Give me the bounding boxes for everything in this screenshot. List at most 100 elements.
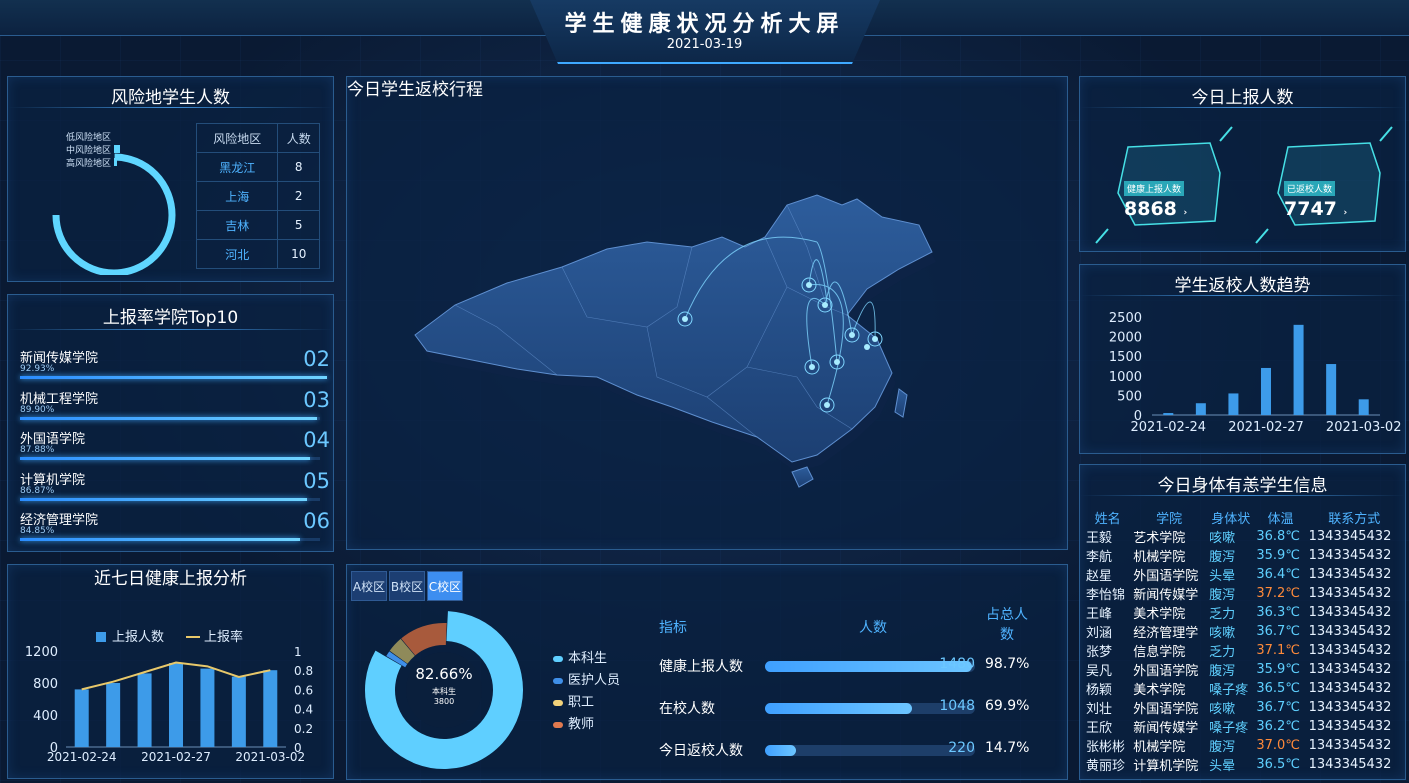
stat-share: 14.7% [985,740,1030,756]
risk-count: 2 [277,181,320,211]
donut-percent: 82.66% [415,665,473,683]
risk-table-header-region: 风险地区 [195,123,279,153]
student-temp: 36.5℃ [1256,757,1300,772]
table-row: 吉林 5 [195,210,320,240]
table-row: 刘壮 外国语学院 咳嗽 36.7℃ 1343345432 [1084,698,1402,717]
legend-dot-icon [553,677,563,684]
col-phone: 联系方式 [1328,512,1381,527]
student-dept: 机械学院 [1133,740,1186,755]
rank-number: 06 [303,509,330,533]
report-card-returned: 已返校人数 7747 › [1284,177,1384,220]
donut-slice [386,651,408,668]
col-symptom: 身体状 [1211,512,1251,527]
student-symptom: 嗓子疼 [1209,683,1249,698]
tab-campus-b[interactable]: B校区 [389,571,425,601]
table-row: 刘涵 经济管理学 咳嗽 36.7℃ 1343345432 [1084,622,1402,641]
student-name: 刘涵 [1086,626,1113,641]
bar [1326,364,1337,415]
map-panel: 今日学生返校行程 [346,76,1068,550]
student-name: 黄丽珍 [1086,759,1126,774]
student-symptom: 腹泻 [1209,588,1236,603]
student-name: 王峰 [1086,607,1113,622]
top10-panel: 上报率学院Top10 新闻传媒学院 92.93% 02 机械工程学院 89.90% 03 外… [7,294,334,552]
rate-bar-track [20,416,320,420]
y-tick-label: 400 [33,709,58,724]
bar [1358,399,1369,415]
y2-tick-label: 0.6 [294,683,313,697]
student-name: 王欣 [1086,721,1113,736]
bar [137,673,152,747]
rate-bar-fill [20,538,300,541]
legend-label: 本科生 [568,651,608,666]
rate-bar-track [20,457,320,460]
student-dept: 外国语学院 [1133,664,1199,679]
table-row: 张梦 信息学院 乏力 37.1℃ 1343345432 [1084,641,1402,660]
table-row: 河北 10 [195,239,320,269]
y2-tick-label: 0.8 [294,664,313,678]
student-phone: 1343345432 [1308,624,1392,639]
student-temp: 37.2℃ [1256,586,1300,601]
legend-line-label: 上报率 [204,629,243,645]
bar [263,670,278,747]
risk-table-header-count: 人数 [277,123,320,153]
risk-count: 5 [277,210,320,240]
list-item: 新闻传媒学院 92.93% 02 [20,347,330,387]
card-value-number: 8868 [1124,198,1177,220]
risk-count: 10 [277,239,320,269]
card-value-number: 7747 [1284,198,1337,220]
student-dept: 新闻传媒学 [1133,721,1199,736]
table-row: 在校人数 1048 69.9% [659,695,1039,719]
stat-count: 1048 [939,698,975,714]
weekly-panel: 近七日健康上报分析 上报人数 上报率 0 400 800 1200 0 0.2 0.4 0.6 0.… [7,564,334,779]
risk-region: 吉林 [195,210,279,240]
card-value: 8868 › [1124,198,1224,220]
ring-arc-0 [52,153,176,275]
table-row: 王峰 美术学院 乏力 36.3℃ 1343345432 [1084,603,1402,622]
student-name: 张梦 [1086,645,1113,660]
stat-bar-fill [765,745,796,756]
student-dept: 外国语学院 [1133,569,1199,584]
stat-share: 98.7% [985,656,1030,672]
stat-share: 69.9% [985,698,1030,714]
student-temp: 36.3℃ [1256,605,1300,620]
table-row: 上海 2 [195,181,320,211]
col-dept: 学院 [1156,512,1183,527]
col-name: 姓名 [1094,512,1121,527]
list-item: 经济管理学院 84.85% 06 [20,509,330,549]
table-row: 今日返校人数 220 14.7% [659,737,1039,761]
student-temp: 36.7℃ [1256,700,1300,715]
donut-slice [389,638,416,664]
trend-panel: 学生返校人数趋势 0 500 1000 1500 2000 2500 2021-02-24 2… [1079,264,1406,454]
report-card-health: 健康上报人数 8868 › [1124,177,1224,220]
rate-bar-track [20,538,320,541]
risk-region: 上海 [195,181,279,211]
student-dept: 外国语学院 [1133,702,1199,717]
legend-item: 教师 [553,713,594,732]
bar [74,689,89,747]
student-symptom: 腹泻 [1209,550,1236,565]
china-map[interactable] [347,77,1067,547]
tab-campus-c[interactable]: C校区 [427,571,463,601]
rank-number: 05 [303,468,330,493]
tab-campus-a[interactable]: A校区 [351,571,387,601]
student-dept: 美术学院 [1133,683,1186,698]
weekly-panel-title: 近七日健康上报分析 [94,569,247,589]
legend-bar-label: 上报人数 [112,630,164,645]
stats-header-metric: 指标 [659,620,687,636]
stats-header-count: 人数 [859,620,887,636]
donut-center: 82.66% 本科生 3800 [399,665,489,706]
ring-legend-label: 中风险地区 [66,144,111,156]
rank-number: 02 [303,347,330,371]
y-tick-label: 1000 [1109,370,1142,385]
x-tick-label: 2021-02-27 [141,750,211,764]
bar [106,683,121,747]
student-temp: 36.4℃ [1256,567,1300,582]
student-symptom: 咳嗽 [1209,531,1236,546]
donut-count: 3800 [433,697,455,706]
report-rate: 92.93% [20,364,55,374]
student-phone: 1343345432 [1308,738,1392,753]
risk-count: 8 [277,152,320,182]
rank-number: 04 [303,428,330,452]
y2-tick-label: 1 [294,645,302,659]
y-tick-label: 800 [33,677,58,692]
